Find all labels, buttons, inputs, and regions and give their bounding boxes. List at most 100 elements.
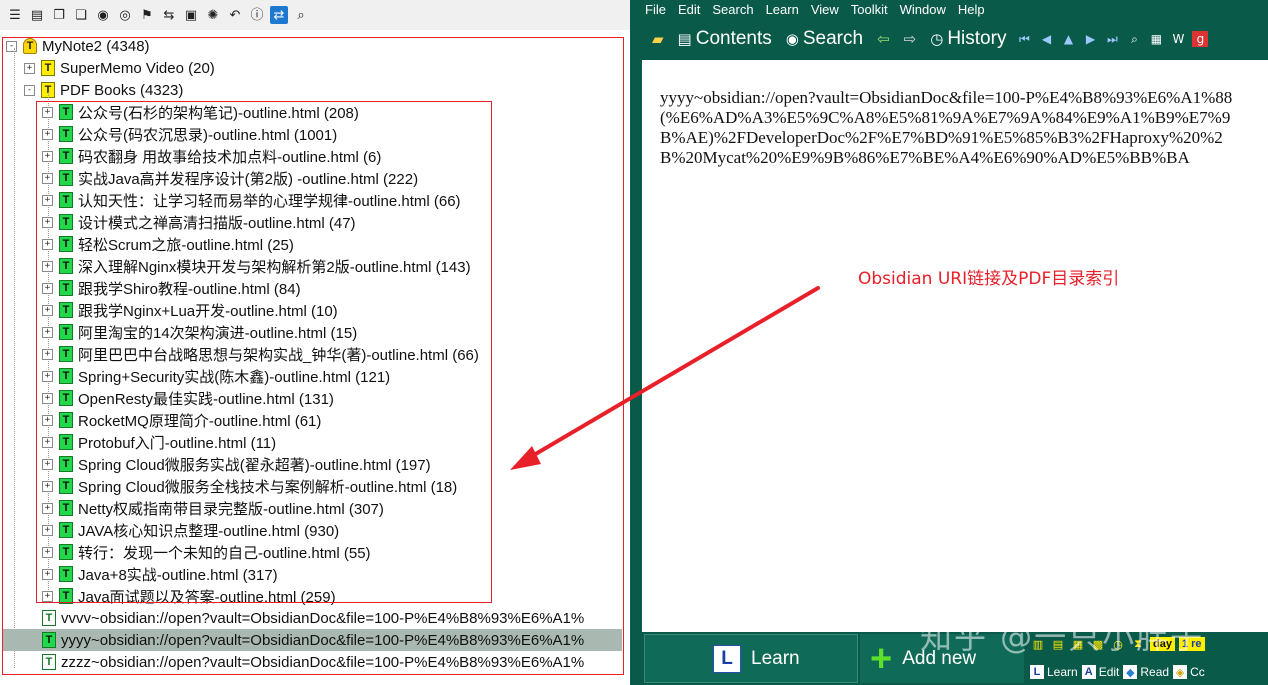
history-button[interactable]: ◷ History [926, 24, 1010, 54]
translate-icon[interactable]: ▦ [1148, 31, 1164, 47]
save-icon[interactable]: ▣ [182, 6, 200, 24]
tree-item-book[interactable]: + T Netty权威指南带目录完整版-outline.html (307) [42, 497, 384, 519]
menu-file[interactable]: File [645, 2, 666, 17]
expand-icon[interactable]: + [42, 194, 53, 206]
contents-button[interactable]: ▤ Contents [674, 24, 776, 54]
tray-read-button[interactable]: ◆ Read [1123, 665, 1169, 679]
expand-icon[interactable]: + [42, 260, 53, 272]
chart-icon[interactable]: ▥ [1030, 636, 1046, 652]
calendar-icon[interactable]: ▩ [1090, 636, 1106, 652]
tree-item-book[interactable]: + T 转行：发现一个未知的自己-outline.html (55) [42, 541, 371, 563]
tree-item-book[interactable]: + T RocketMQ原理简介-outline.html (61) [42, 409, 321, 431]
tree-item-topic[interactable]: Tyyyy~obsidian://open?vault=ObsidianDoc&… [2, 629, 622, 651]
zoom-icon[interactable]: ⌕ [1126, 31, 1142, 47]
expand-icon[interactable]: + [42, 392, 53, 404]
knowledge-tree[interactable]: - T MyNote2 (4348) + T SuperMemo Video (20) - T… [0, 34, 626, 685]
expand-icon[interactable]: + [42, 216, 53, 228]
learn-button[interactable]: L Learn [644, 634, 858, 683]
tree-item-book[interactable]: + T 设计模式之禅高清扫描版-outline.html (47) [42, 211, 356, 233]
element-text[interactable]: yyyy~obsidian://open?vault=ObsidianDoc&f… [660, 88, 1246, 168]
zoom-icon[interactable]: ⌕ [292, 6, 310, 24]
expand-icon[interactable]: + [42, 414, 53, 426]
first-icon[interactable]: ⏮ [1016, 31, 1032, 47]
tree-item-book[interactable]: + T OpenResty最佳实践-outline.html (131) [42, 387, 334, 409]
expand-icon[interactable]: + [42, 238, 53, 250]
tree-item-book[interactable]: + T Spring+Security实战(陈木鑫)-outline.html (1… [42, 365, 390, 387]
tree-item-book[interactable]: + T 阿里淘宝的14次架构演进-outline.html (15) [42, 321, 357, 343]
search-button[interactable]: ◉ Search [782, 24, 867, 54]
collapse-icon[interactable]: - [24, 84, 35, 96]
last-icon[interactable]: ⏭ [1104, 31, 1120, 47]
document-icon[interactable]: ▤ [28, 6, 46, 24]
prev-icon[interactable]: ◀ [1038, 31, 1054, 47]
expand-icon[interactable]: + [42, 568, 53, 580]
tree-item-topic[interactable]: Tzzzz~obsidian://open?vault=ObsidianDoc&… [42, 651, 584, 673]
doc-icon[interactable]: ▤ [1050, 636, 1066, 652]
expand-icon[interactable]: + [42, 436, 53, 448]
tree-item-book[interactable]: + T 码农翻身 用故事给技术加点料-outline.html (6) [42, 145, 381, 167]
pane-splitter[interactable] [630, 0, 640, 685]
forward-button[interactable]: ⇨ [900, 24, 921, 54]
copy2-icon[interactable]: ❏ [72, 6, 90, 24]
list-icon[interactable]: ☰ [6, 6, 24, 24]
tree-item-book[interactable]: + T Java面试题以及答案-outline.html (259) [42, 585, 336, 607]
tree-item-book[interactable]: + T 公众号(石杉的架构笔记)-outline.html (208) [42, 101, 359, 123]
stats-icon[interactable]: ▦ [1070, 636, 1086, 652]
tree-folder[interactable]: + T SuperMemo Video (20) [24, 57, 215, 79]
expand-icon[interactable]: + [42, 458, 53, 470]
flag-icon[interactable]: ⚑ [138, 6, 156, 24]
tree-item-book[interactable]: + T 阿里巴巴中台战略思想与架构实战_钟华(著)-outline.html (66… [42, 343, 479, 365]
back-button[interactable]: ⇦ [873, 24, 894, 54]
wiki-icon[interactable]: W [1170, 31, 1186, 47]
menu-toolkit[interactable]: Toolkit [851, 2, 888, 17]
tree-item-topic[interactable]: Tvvvv~obsidian://open?vault=ObsidianDoc&… [42, 607, 584, 629]
menu-edit[interactable]: Edit [678, 2, 700, 17]
google-icon[interactable]: g [1192, 31, 1209, 47]
menu-view[interactable]: View [811, 2, 839, 17]
tree-item-book[interactable]: + T 公众号(码农沉思录)-outline.html (1001) [42, 123, 337, 145]
expand-icon[interactable]: + [42, 304, 53, 316]
expand-icon[interactable]: + [42, 546, 53, 558]
expand-icon[interactable]: + [42, 172, 53, 184]
up-icon[interactable]: ▲ [1060, 31, 1076, 47]
expand-icon[interactable]: + [42, 150, 53, 162]
tree-item-book[interactable]: + T 认知天性：让学习轻而易举的心理学规律-outline.html (66) [42, 189, 461, 211]
clock-icon[interactable]: ◷ [1110, 636, 1126, 652]
expand-icon[interactable]: + [42, 282, 53, 294]
tree-item-book[interactable]: + T 跟我学Nginx+Lua开发-outline.html (10) [42, 299, 338, 321]
expand-icon[interactable]: + [42, 502, 53, 514]
tree-item-book[interactable]: + T 深入理解Nginx模块开发与架构解析第2版-outline.html (14… [42, 255, 471, 277]
menu-window[interactable]: Window [900, 2, 946, 17]
tree-item-book[interactable]: + T 实战Java高并发程序设计(第2版) -outline.html (222) [42, 167, 418, 189]
eye-icon[interactable]: ◎ [116, 6, 134, 24]
expand-icon[interactable]: + [42, 590, 53, 602]
tray-cc-button[interactable]: ◈ Cc [1173, 665, 1205, 679]
hourglass-icon[interactable]: ⧗ [1130, 636, 1146, 652]
expand-icon[interactable]: + [42, 326, 53, 338]
tree-item-book[interactable]: + T Spring Cloud微服务实战(翟永超著)-outline.html (… [42, 453, 431, 475]
tree-item-book[interactable]: + T 轻松Scrum之旅-outline.html (25) [42, 233, 294, 255]
tree-item-book[interactable]: + T Spring Cloud微服务全栈技术与案例解析-outline.html … [42, 475, 457, 497]
tray-edit-button[interactable]: A Edit [1081, 665, 1119, 679]
tree-item-book[interactable]: + T Protobuf入门-outline.html (11) [42, 431, 276, 453]
tree-item-book[interactable]: + T Java+8实战-outline.html (317) [42, 563, 278, 585]
add-new-button[interactable]: + Add new [860, 634, 1024, 683]
expand-icon[interactable]: + [42, 106, 53, 118]
copy-icon[interactable]: ❐ [50, 6, 68, 24]
swap-icon[interactable]: ⇆ [160, 6, 178, 24]
menu-learn[interactable]: Learn [766, 2, 799, 17]
tree-item-book[interactable]: + T JAVA核心知识点整理-outline.html (930) [42, 519, 339, 541]
expand-icon[interactable]: + [42, 348, 53, 360]
element-content[interactable]: yyyy~obsidian://open?vault=ObsidianDoc&f… [642, 60, 1268, 632]
sync-icon[interactable]: ⇄ [270, 6, 288, 24]
info-icon[interactable]: ⓘ [248, 6, 266, 24]
expand-icon[interactable]: + [42, 128, 53, 140]
collapse-icon[interactable]: - [6, 40, 17, 52]
bulb-icon[interactable]: ✺ [204, 6, 222, 24]
tray-learn-button[interactable]: L Learn [1030, 665, 1078, 679]
expand-icon[interactable]: + [42, 370, 53, 382]
tree-item-book[interactable]: + T 跟我学Shiro教程-outline.html (84) [42, 277, 301, 299]
menu-search[interactable]: Search [712, 2, 753, 17]
tree-root[interactable]: - T MyNote2 (4348) [6, 35, 150, 57]
next-icon[interactable]: ▶ [1082, 31, 1098, 47]
